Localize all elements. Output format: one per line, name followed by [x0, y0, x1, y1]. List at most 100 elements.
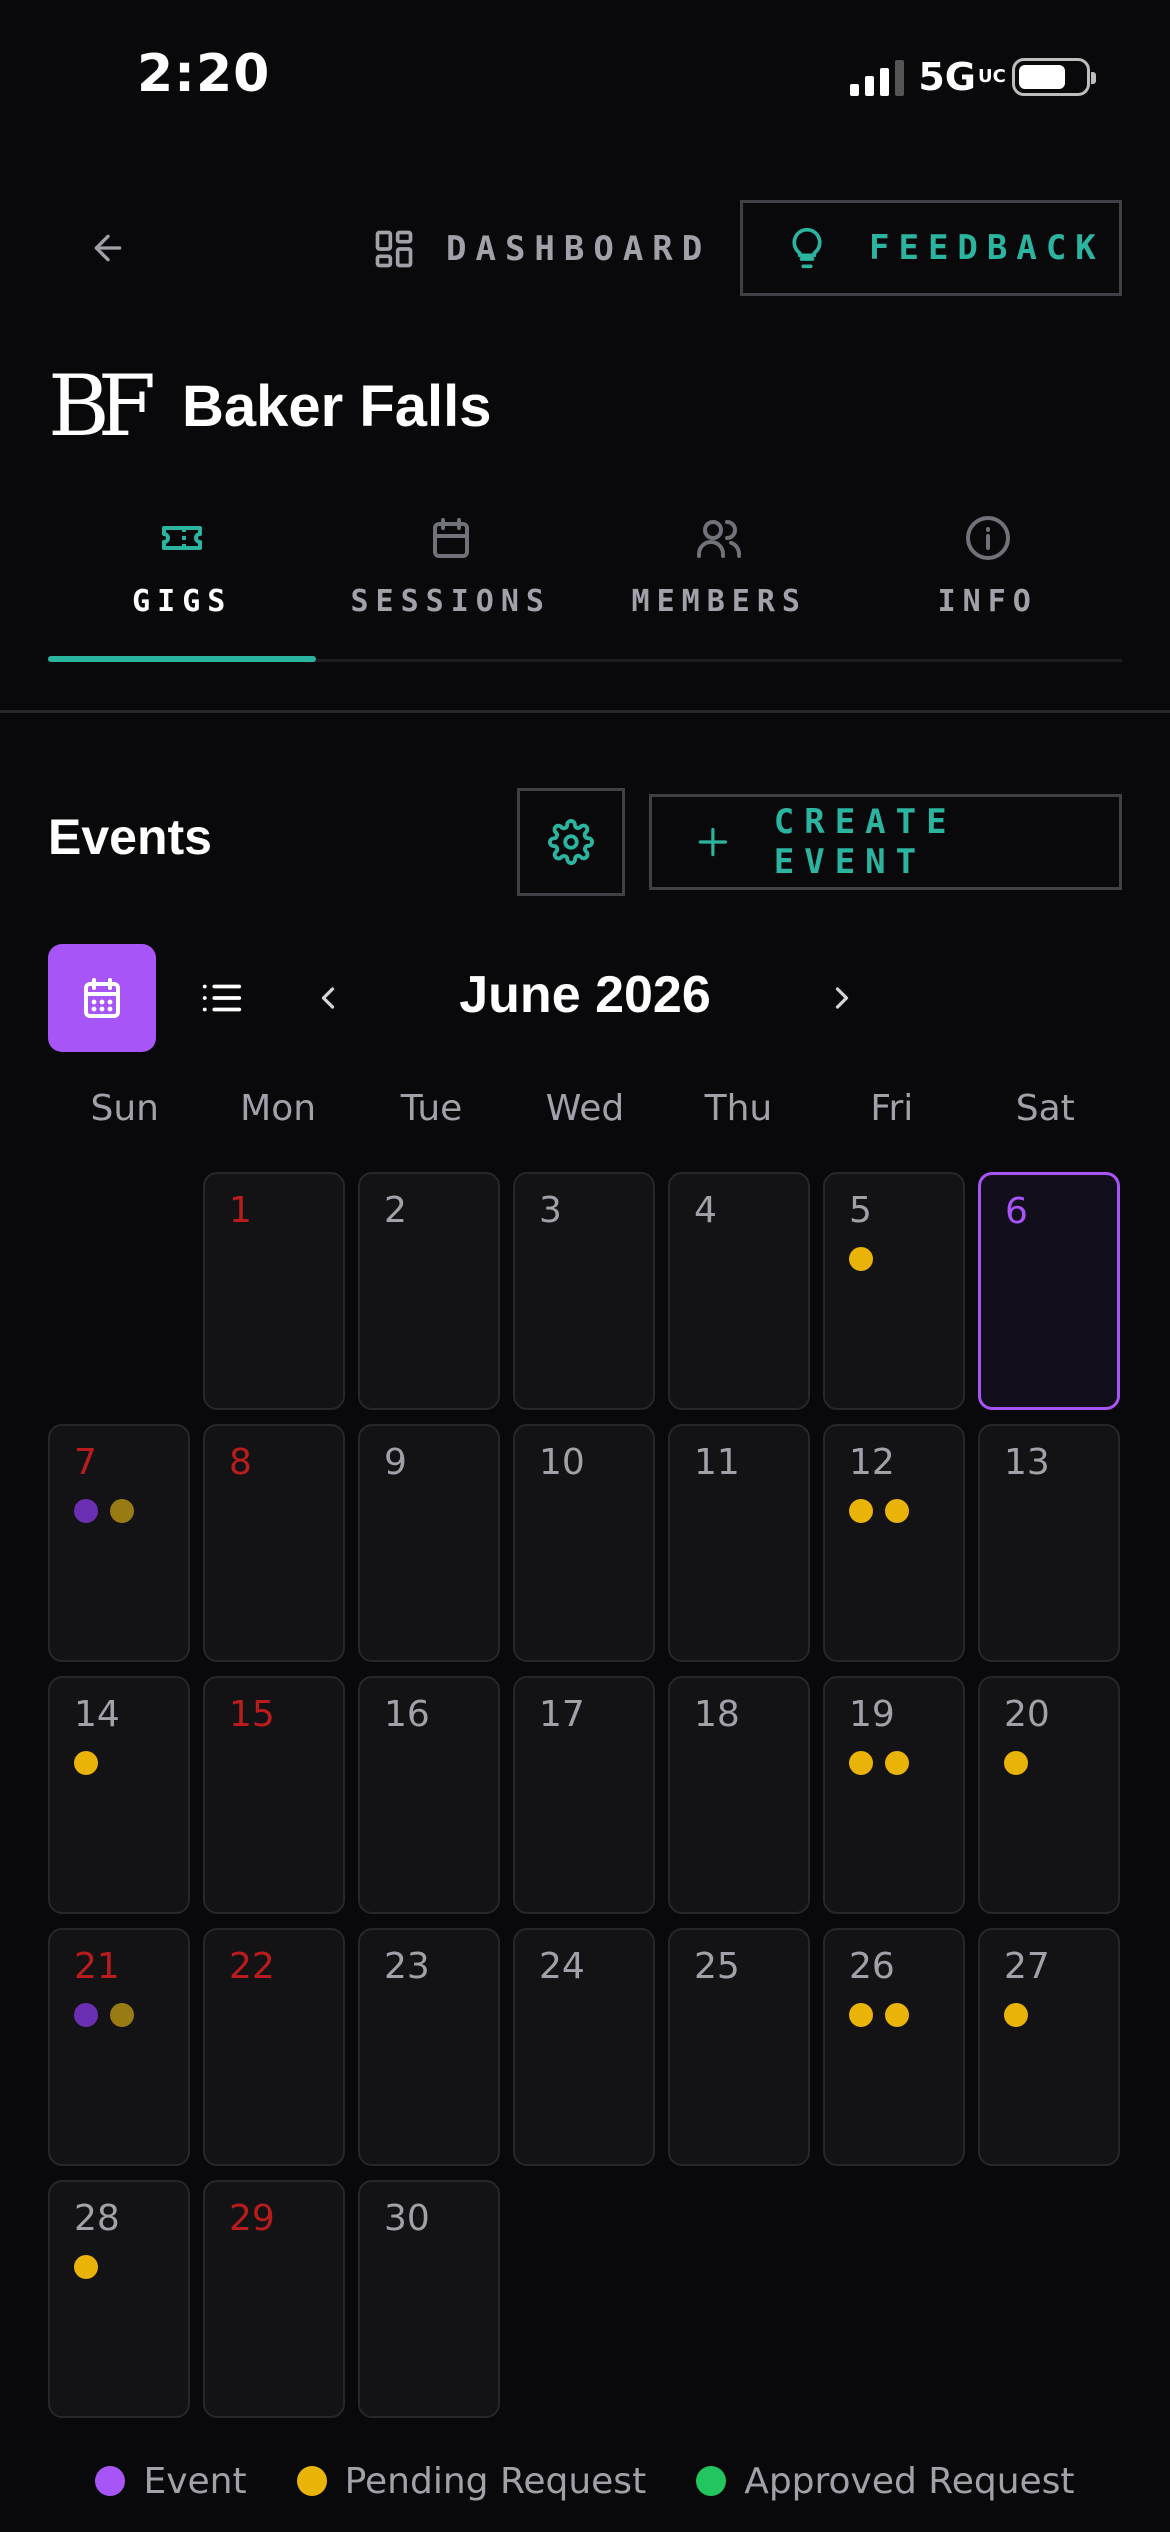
calendar-day[interactable]: 7 — [48, 1424, 190, 1662]
calendar-day[interactable]: 3 — [513, 1172, 655, 1410]
day-number: 27 — [1004, 1946, 1050, 1987]
calendar-day[interactable]: 26 — [823, 1928, 965, 2166]
calendar-day[interactable]: 30 — [358, 2180, 500, 2418]
calendar-day[interactable]: 2 — [358, 1172, 500, 1410]
lightbulb-icon — [792, 227, 822, 269]
battery-icon — [1012, 58, 1096, 96]
band-name: Baker Falls — [182, 373, 492, 439]
calendar-day[interactable]: 25 — [668, 1928, 810, 2166]
calendar-day[interactable]: 10 — [513, 1424, 655, 1662]
day-number: 11 — [694, 1442, 740, 1483]
weekday-label: Mon — [240, 1088, 317, 1129]
pending-request-dot — [110, 2003, 134, 2027]
legend: Event Pending Request Approved Request — [0, 2454, 1170, 2508]
calendar-day[interactable]: 9 — [358, 1424, 500, 1662]
active-tab-indicator — [48, 656, 316, 662]
pending-request-dot — [885, 2003, 909, 2027]
tab-info[interactable]: INFO — [854, 500, 1123, 664]
chevron-left-icon — [321, 987, 335, 1009]
calendar-day[interactable]: 1 — [203, 1172, 345, 1410]
back-button[interactable] — [72, 218, 144, 278]
calendar-view-toggle[interactable] — [48, 944, 156, 1052]
day-number: 25 — [694, 1946, 740, 1987]
dashboard-button[interactable]: DASHBOARD — [372, 214, 711, 284]
band-logo: BF — [48, 357, 156, 455]
legend-label: Event — [143, 2460, 247, 2502]
calendar-day[interactable]: 5 — [823, 1172, 965, 1410]
calendar-day[interactable]: 14 — [48, 1676, 190, 1914]
legend-item-approved: Approved Request — [696, 2461, 1075, 2502]
event-dot — [74, 2003, 98, 2027]
tab-members[interactable]: MEMBERS — [585, 500, 854, 664]
calendar-day-today[interactable]: 6 — [978, 1172, 1120, 1410]
network-indicator: 5G UC — [918, 55, 1006, 99]
calendar-day[interactable]: 19 — [823, 1676, 965, 1914]
calendar-day[interactable]: 8 — [203, 1424, 345, 1662]
calendar-empty-cell — [48, 1172, 190, 1410]
calendar-day[interactable]: 20 — [978, 1676, 1120, 1914]
calendar-day[interactable]: 15 — [203, 1676, 345, 1914]
pending-request-dot — [885, 1751, 909, 1775]
event-dots — [74, 2003, 164, 2027]
month-label: June 2026 — [459, 966, 711, 1024]
legend-dot — [296, 2466, 327, 2496]
calendar-day[interactable]: 29 — [203, 2180, 345, 2418]
calendar-day[interactable]: 28 — [48, 2180, 190, 2418]
day-number: 6 — [1005, 1191, 1028, 1232]
day-number: 1 — [229, 1190, 252, 1231]
calendar-day[interactable]: 12 — [823, 1424, 965, 1662]
legend-item-event: Event — [95, 2460, 247, 2502]
calendar-day[interactable]: 27 — [978, 1928, 1120, 2166]
day-number: 10 — [539, 1442, 585, 1483]
day-number: 9 — [384, 1442, 407, 1483]
previous-month-button[interactable] — [296, 964, 360, 1032]
pending-request-dot — [1004, 1751, 1028, 1775]
next-month-button[interactable] — [810, 964, 874, 1032]
day-number: 30 — [384, 2198, 430, 2239]
tab-sessions[interactable]: SESSIONS — [317, 500, 586, 664]
event-dots — [849, 1499, 939, 1523]
day-number: 17 — [539, 1694, 585, 1735]
tab-bar: GIGS SESSIONS MEMBERS INFO — [48, 500, 1122, 664]
create-event-label: CREATE EVENT — [773, 802, 957, 882]
calendar-day[interactable]: 11 — [668, 1424, 810, 1662]
pending-request-dot — [885, 1499, 909, 1523]
top-nav: DASHBOARD FEEDBACK — [0, 200, 1170, 296]
calendar-day[interactable]: 18 — [668, 1676, 810, 1914]
calendar-day[interactable]: 16 — [358, 1676, 500, 1914]
calendar-day[interactable]: 13 — [978, 1424, 1120, 1662]
tab-label: SESSIONS — [350, 584, 551, 619]
plus-icon — [698, 827, 728, 857]
chevron-right-icon — [835, 987, 849, 1009]
section-divider — [0, 710, 1170, 713]
calendar-day[interactable]: 22 — [203, 1928, 345, 2166]
status-bar: 2:20 5G UC — [0, 0, 1170, 150]
pending-request-dot — [849, 1247, 873, 1271]
users-icon — [697, 520, 742, 558]
weekday-label: Thu — [704, 1088, 773, 1129]
day-number: 24 — [539, 1946, 585, 1987]
day-number: 12 — [849, 1442, 895, 1483]
gear-icon — [548, 819, 594, 865]
event-dots — [74, 1751, 164, 1775]
day-number: 15 — [229, 1694, 275, 1735]
calendar-day[interactable]: 23 — [358, 1928, 500, 2166]
list-view-toggle[interactable] — [188, 964, 256, 1032]
dashboard-label: DASHBOARD — [446, 229, 712, 269]
event-settings-button[interactable] — [517, 788, 625, 896]
tab-gigs[interactable]: GIGS — [48, 500, 317, 664]
create-event-button[interactable]: CREATE EVENT — [649, 794, 1122, 890]
pending-request-dot — [849, 1499, 873, 1523]
calendar-day[interactable]: 24 — [513, 1928, 655, 2166]
weekday-label: Sat — [1015, 1088, 1075, 1129]
calendar-day[interactable]: 4 — [668, 1172, 810, 1410]
calendar-day[interactable]: 21 — [48, 1928, 190, 2166]
calendar-day[interactable]: 17 — [513, 1676, 655, 1914]
calendar-grid: 1 2 3 4 5 6 7 8 9 10 11 12 13 14 15 16 17 18 19 20 21 22 23 24 2… — [48, 1172, 1122, 2418]
pending-request-dot — [110, 1499, 134, 1523]
network-suffix: UC — [978, 66, 1006, 87]
event-dots — [849, 1247, 939, 1271]
day-number: 22 — [229, 1946, 275, 1987]
day-number: 20 — [1004, 1694, 1050, 1735]
feedback-button[interactable]: FEEDBACK — [740, 200, 1122, 296]
